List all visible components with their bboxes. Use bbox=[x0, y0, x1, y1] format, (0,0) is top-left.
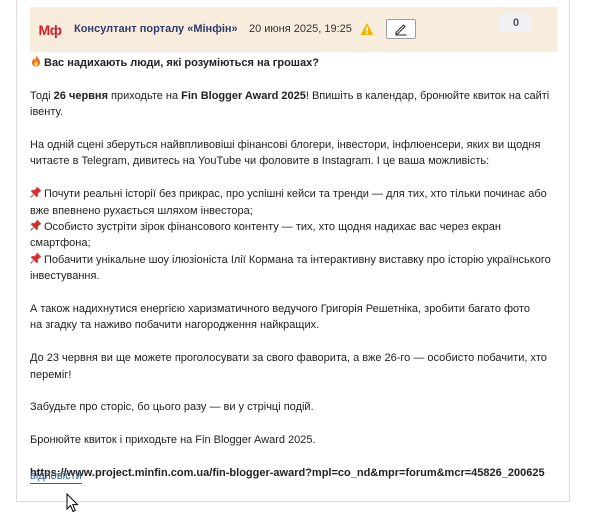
p1-pre: Тоді bbox=[30, 89, 54, 102]
pushpin-icon bbox=[30, 186, 42, 199]
paragraph-vote: До 23 червня ви ще можете проголосувати … bbox=[30, 352, 547, 381]
event-url[interactable]: https://www.project.minfin.com.ua/fin-bl… bbox=[30, 465, 557, 481]
paragraph-booking: Бронюйте квиток і приходьте на Fin Blogg… bbox=[30, 434, 316, 447]
avatar-logo-text: Мф bbox=[38, 22, 62, 38]
warning-icon[interactable] bbox=[360, 22, 374, 36]
author-name[interactable]: Консултант порталу «Мінфін» bbox=[74, 23, 238, 35]
reply-link[interactable]: відповісти bbox=[30, 470, 82, 484]
bullet-item: Особисто зустріти зірок фінансового конт… bbox=[30, 219, 501, 250]
vote-count: 0 bbox=[500, 14, 532, 32]
paragraph-stories: Забудьте про сторіс, бо цього разу — ви … bbox=[30, 401, 314, 414]
bullet-text: Побачити унікальне шоу ілюзіоніста Ілії … bbox=[30, 253, 551, 283]
bullet-text: Особисто зустріти зірок фінансового конт… bbox=[30, 221, 501, 250]
edit-button[interactable] bbox=[386, 19, 416, 39]
post-header: Мф Консултант порталу «Мінфін» 20 июня 2… bbox=[30, 7, 557, 52]
mouse-cursor-icon bbox=[66, 493, 79, 513]
bullet-item: Почути реальні історії без прикрас, про … bbox=[30, 186, 547, 217]
post-body: Вас надихають люди, які розуміються на г… bbox=[30, 55, 557, 481]
avatar[interactable]: Мф bbox=[30, 17, 70, 43]
bullet-list: Почути реальні історії без прикрас, про … bbox=[30, 186, 557, 284]
fire-icon bbox=[32, 55, 40, 67]
paragraph-host: А також надихнутися енергією харизматичн… bbox=[30, 301, 557, 334]
headline-text: Вас надихають люди, які розуміються на г… bbox=[44, 57, 319, 69]
post-headline: Вас надихають люди, які розуміються на г… bbox=[30, 55, 557, 71]
p1-mid: приходьте на bbox=[108, 89, 182, 102]
event-url-text[interactable]: https://www.project.minfin.com.ua/fin-bl… bbox=[30, 467, 545, 479]
paragraph-intro: На одній сцені зберуться найвпливовіші ф… bbox=[30, 139, 541, 168]
post-timestamp: 20 июня 2025, 19:25 bbox=[249, 23, 352, 35]
bullet-text: Почути реальні історії без прикрас, про … bbox=[30, 188, 547, 217]
bullet-item: Побачити унікальне шоу ілюзіоніста Ілії … bbox=[30, 252, 551, 283]
pushpin-icon bbox=[30, 252, 42, 264]
event-date: 26 червня bbox=[53, 89, 108, 102]
pencil-icon bbox=[395, 24, 407, 36]
p3-line2: на згадку та наживо побачити нагородженн… bbox=[30, 319, 320, 332]
paragraph-date: Тоді 26 червня приходьте на Fin Blogger … bbox=[30, 88, 557, 121]
pushpin-icon bbox=[30, 219, 42, 231]
p3-line1: А також надихнутися енергією харизматичн… bbox=[30, 303, 530, 316]
forum-post: Мф Консултант порталу «Мінфін» 20 июня 2… bbox=[16, 0, 570, 502]
event-name: Fin Blogger Award 2025 bbox=[181, 89, 306, 102]
